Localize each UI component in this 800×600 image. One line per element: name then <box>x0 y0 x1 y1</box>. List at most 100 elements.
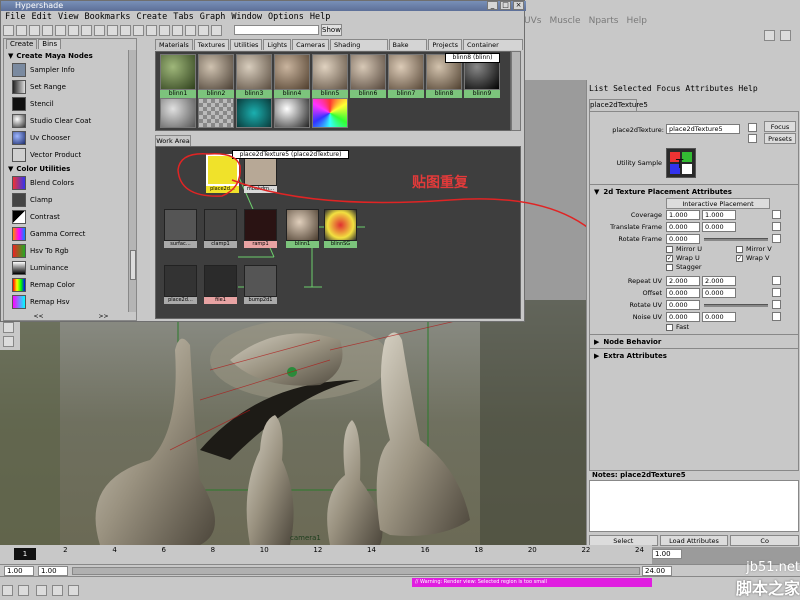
materials-scrollbar[interactable] <box>511 51 521 131</box>
section-color-utilities[interactable]: ▼ Color Utilities <box>6 163 127 174</box>
list-item[interactable]: Clamp <box>6 191 127 208</box>
maximize-icon[interactable]: □ <box>500 1 511 10</box>
menu-window[interactable]: Window <box>231 12 262 24</box>
list-item[interactable]: Gamma Correct <box>6 225 127 242</box>
list-item[interactable]: Uv Chooser <box>6 129 127 146</box>
map-button-icon[interactable] <box>772 234 781 243</box>
menu-view[interactable]: View <box>58 12 78 24</box>
repeat-u-field[interactable]: 2.000 <box>666 276 700 286</box>
list-item[interactable]: Blend Colors <box>6 174 127 191</box>
rotate-frame-field[interactable]: 0.000 <box>666 234 700 244</box>
grid-icon[interactable] <box>764 30 775 41</box>
notes-field[interactable] <box>589 480 799 532</box>
toggle-panel-icon[interactable] <box>3 25 14 36</box>
ae-menu-help[interactable]: Help <box>738 84 757 93</box>
current-time-field[interactable]: 1.00 <box>652 549 682 559</box>
focus-button[interactable]: Focus <box>764 121 796 132</box>
map-button-icon[interactable] <box>772 288 781 297</box>
fast-checkbox[interactable] <box>666 324 673 331</box>
sort-reverse-icon[interactable] <box>211 25 222 36</box>
ae-menu-list[interactable]: List <box>589 84 608 93</box>
nav-prev-button[interactable]: << <box>33 313 43 321</box>
offset-u-field[interactable]: 0.000 <box>666 288 700 298</box>
bottom-tabs-icon[interactable] <box>29 25 40 36</box>
sort-time-icon[interactable] <box>198 25 209 36</box>
close-icon[interactable] <box>68 585 79 596</box>
translate-frame-v-field[interactable]: 0.000 <box>702 222 736 232</box>
maya-menu-item[interactable]: Help <box>626 16 647 28</box>
menu-graph[interactable]: Graph <box>200 12 226 24</box>
stagger-checkbox[interactable] <box>666 264 673 271</box>
list-item[interactable]: Remap Hsv <box>6 293 127 310</box>
load-attributes-button[interactable]: Load Attributes <box>659 535 729 546</box>
material-swatch[interactable] <box>160 98 196 128</box>
top-tabs-icon[interactable] <box>16 25 27 36</box>
section-node-behavior[interactable]: ▶ Node Behavior <box>594 336 794 347</box>
viewport-panel[interactable]: camera1 <box>0 300 588 545</box>
material-swatch[interactable]: blinn4 <box>274 54 310 98</box>
material-swatch[interactable]: blinn3 <box>236 54 272 98</box>
maya-menu-item[interactable]: Nparts <box>589 16 619 28</box>
repeat-v-field[interactable]: 2.000 <box>702 276 736 286</box>
translate-frame-u-field[interactable]: 0.000 <box>666 222 700 232</box>
arrow-left-icon[interactable] <box>68 25 79 36</box>
material-swatch[interactable]: blinn5 <box>312 54 348 98</box>
maya-menu-item[interactable]: Muscle <box>549 16 580 28</box>
viewport-toolbar[interactable] <box>0 320 20 350</box>
rotate-frame-slider[interactable] <box>704 238 768 241</box>
clear-graph-icon[interactable] <box>94 25 105 36</box>
select-node-icon[interactable] <box>748 123 757 132</box>
show-button[interactable]: Show <box>321 24 342 36</box>
list-item[interactable]: Contrast <box>6 208 127 225</box>
range-bar[interactable] <box>72 567 640 575</box>
graph-in-out-icon[interactable] <box>133 25 144 36</box>
interactive-placement-button[interactable]: Interactive Placement <box>666 198 770 209</box>
arrow-right-icon[interactable] <box>81 25 92 36</box>
list-item[interactable]: Set Range <box>6 78 127 95</box>
tab-bins[interactable]: Bins <box>38 39 62 49</box>
wrap-u-checkbox[interactable]: ✓ <box>666 255 673 262</box>
material-swatch[interactable] <box>236 98 272 128</box>
tab-textures[interactable]: Textures <box>193 39 229 50</box>
move-tool-icon[interactable] <box>3 336 14 347</box>
sort-type-icon[interactable] <box>185 25 196 36</box>
close-icon[interactable] <box>36 585 47 596</box>
mirror-v-checkbox[interactable] <box>736 246 743 253</box>
noise-v-field[interactable]: 0.000 <box>702 312 736 322</box>
grid-view-icon[interactable] <box>55 25 66 36</box>
coverage-u-field[interactable]: 1.000 <box>666 210 700 220</box>
tab-shading-groups[interactable]: Shading Groups <box>329 39 388 59</box>
scroll-thumb[interactable] <box>130 250 136 280</box>
maya-menu-item[interactable]: UVs <box>524 16 541 28</box>
material-swatch[interactable] <box>198 98 234 128</box>
both-tabs-icon[interactable] <box>42 25 53 36</box>
create-panel-scrollbar[interactable] <box>128 50 136 312</box>
wrap-v-checkbox[interactable]: ✓ <box>736 255 743 262</box>
rotate-uv-slider[interactable] <box>704 304 768 307</box>
graph-output-icon[interactable] <box>146 25 157 36</box>
noise-u-field[interactable]: 0.000 <box>666 312 700 322</box>
graph-input-icon[interactable] <box>120 25 131 36</box>
output-node-icon[interactable] <box>748 134 757 143</box>
ae-menu-attributes[interactable]: Attributes <box>685 84 733 93</box>
material-swatch[interactable]: blinn7 <box>388 54 424 98</box>
layout-icon[interactable] <box>780 30 791 41</box>
map-button-icon[interactable] <box>772 312 781 321</box>
tab-projects[interactable]: Projects <box>428 39 462 50</box>
search-field[interactable] <box>234 25 319 35</box>
section-2d-texture-placement[interactable]: ▼ 2d Texture Placement Attributes <box>594 186 794 197</box>
menu-edit[interactable]: Edit <box>31 12 51 24</box>
minimize-icon[interactable]: _ <box>487 1 498 10</box>
ae-node-tab[interactable]: place2dTexture5 <box>589 99 648 111</box>
select-tool-icon[interactable] <box>3 322 14 333</box>
end-time-field[interactable]: 24.00 <box>642 566 672 576</box>
tab-cameras[interactable]: Cameras <box>292 39 329 50</box>
coverage-v-field[interactable]: 1.000 <box>702 210 736 220</box>
ae-menu-selected[interactable]: Selected <box>613 84 652 93</box>
tab-create[interactable]: Create <box>6 39 38 49</box>
presets-button[interactable]: Presets <box>764 133 796 144</box>
menu-options[interactable]: Options <box>268 12 304 24</box>
mirror-u-checkbox[interactable] <box>666 246 673 253</box>
sort-name-icon[interactable] <box>172 25 183 36</box>
menu-bookmarks[interactable]: Bookmarks <box>84 12 130 24</box>
